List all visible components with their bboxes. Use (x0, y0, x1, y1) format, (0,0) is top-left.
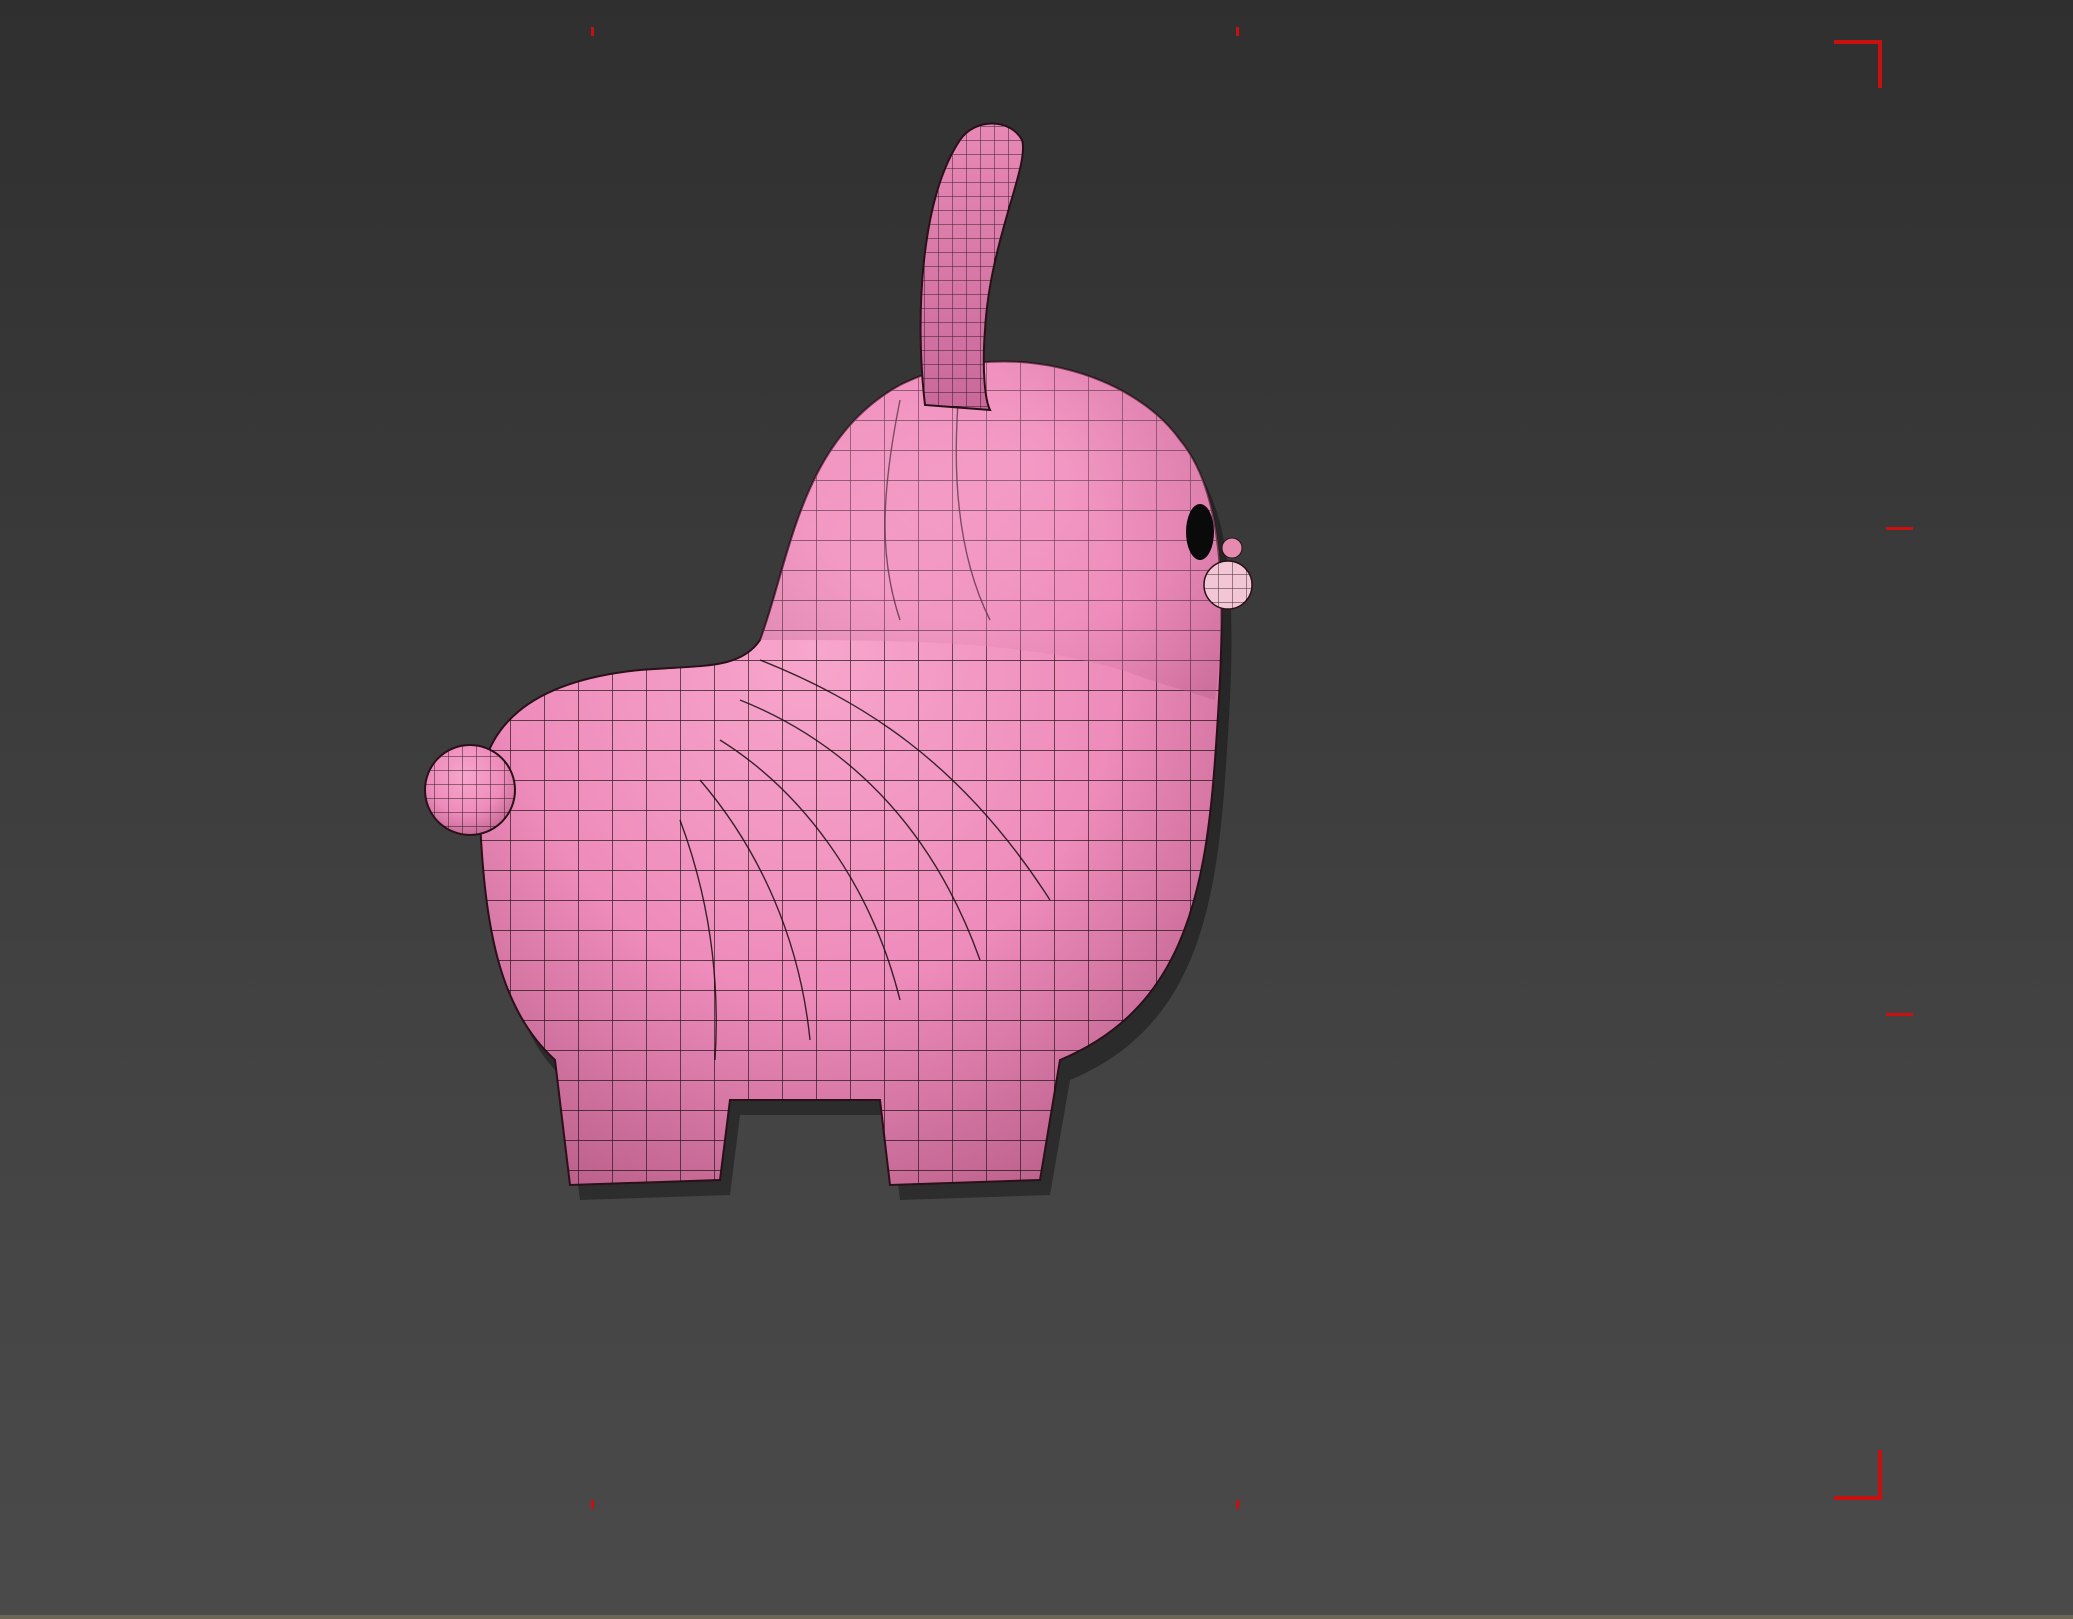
viewport-bottom-border (0, 1615, 2073, 1619)
creature-tail[interactable] (424, 744, 516, 836)
3d-viewport[interactable] (0, 0, 2073, 1619)
creature-eye (1186, 504, 1214, 560)
model-render[interactable] (0, 0, 2073, 1619)
